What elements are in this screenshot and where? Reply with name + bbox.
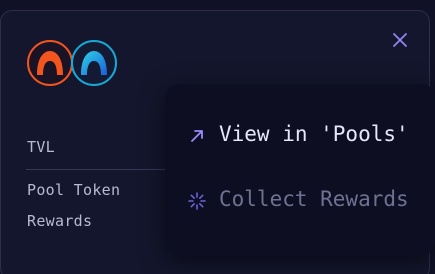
- view-in-pools-menu-item[interactable]: View in 'Pools': [165, 114, 435, 158]
- collect-rewards-label: Collect Rewards: [219, 187, 409, 211]
- teal-token-logo: [71, 40, 117, 86]
- close-icon: [393, 33, 407, 47]
- stats-divider: [26, 169, 176, 170]
- pool-token-label: Pool Token: [27, 181, 121, 199]
- token-pair-logos: [26, 39, 122, 91]
- loading-spinner-icon: [188, 192, 206, 210]
- actions-menu: View in 'Pools' Collect Rewards: [165, 84, 435, 256]
- close-button[interactable]: [391, 31, 409, 49]
- tvl-label: TVL: [27, 138, 55, 156]
- rewards-label: Rewards: [27, 212, 93, 230]
- view-in-pools-label: View in 'Pools': [219, 122, 409, 146]
- collect-rewards-menu-item[interactable]: Collect Rewards: [165, 179, 435, 223]
- screen: TVL Pool Token Rewards View in 'Pools' C…: [0, 0, 435, 274]
- arrow-up-right-icon: [191, 130, 203, 142]
- orange-token-logo: [27, 40, 73, 86]
